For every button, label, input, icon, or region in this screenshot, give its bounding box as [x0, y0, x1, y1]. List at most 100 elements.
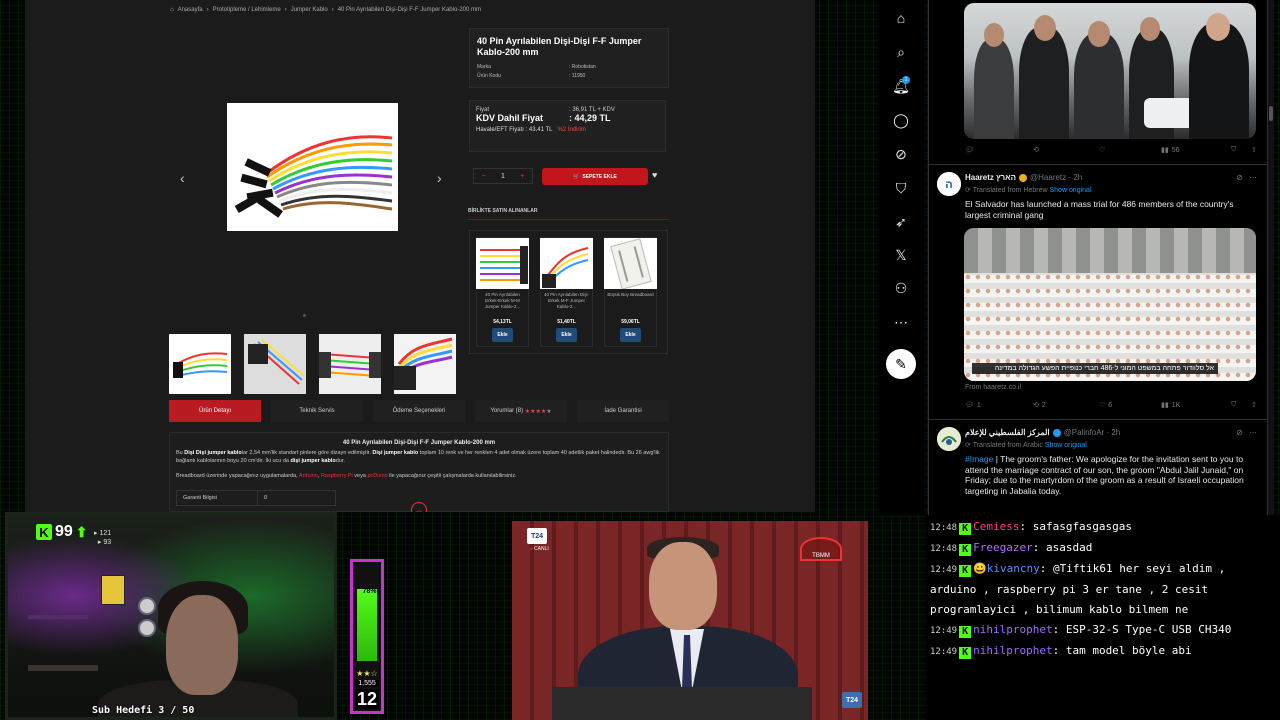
show-original-link[interactable]: Show original: [1049, 187, 1091, 194]
views-icon[interactable]: ▮▮ 56: [1161, 146, 1231, 155]
tab-product-detail[interactable]: Ürün Detayı: [169, 400, 261, 422]
more-icon[interactable]: ⋯: [1249, 173, 1257, 182]
breadcrumb-home[interactable]: Anasayfa: [178, 7, 203, 13]
retweet-icon[interactable]: ⟲: [1033, 146, 1099, 154]
reply-icon[interactable]: 💬︎ 1: [965, 401, 1033, 410]
streamer-face: [166, 595, 238, 695]
tweet-photo[interactable]: [964, 3, 1256, 139]
product-info-card: 40 Pin Ayrılabilen Dişi-Dişi F-F Jumper …: [469, 28, 669, 88]
related-product-name[interactable]: 40 Pin Ayrılabilen Dişi-Erkek M-F Jumper…: [543, 292, 591, 318]
chat-username[interactable]: kivancny: [987, 562, 1040, 575]
home-icon[interactable]: ⌂: [892, 9, 910, 27]
x-logo-icon[interactable]: 𝕏: [892, 246, 910, 264]
related-add-button[interactable]: Ekle: [620, 328, 641, 342]
tweet-author[interactable]: المركز الفلسطيني للإعلام @PalinfoAr · 2h: [965, 428, 1120, 437]
verified-badge-icon: [1052, 428, 1061, 437]
bookmark-icon[interactable]: ⛉: [1231, 401, 1251, 409]
related-add-button[interactable]: Ekle: [492, 328, 513, 342]
compose-post-button[interactable]: ✎: [886, 349, 916, 379]
author-name[interactable]: المركز الفلسطيني للإعلام: [965, 428, 1050, 437]
goal-meter-percent: 78%: [362, 588, 377, 595]
home-icon[interactable]: ⌂: [170, 7, 174, 13]
related-product-name[interactable]: 40 Pin Ayrılabilen Erkek-Erkek M-M Jumpe…: [479, 292, 527, 318]
share-icon[interactable]: ⇧: [1251, 146, 1257, 154]
add-to-cart-button[interactable]: 🛒 SEPETE EKLE: [542, 168, 648, 185]
stars-icon: ★★☆: [356, 669, 378, 678]
quantity-value[interactable]: 1: [501, 173, 505, 180]
thumbnail-3[interactable]: [319, 334, 381, 394]
breadcrumb-current: 40 Pin Ayrılabilen Dişi-Dişi F-F Jumper …: [337, 7, 481, 13]
brand-value[interactable]: : Robotistan: [569, 64, 596, 70]
link-pcduino[interactable]: pcDuino: [367, 473, 387, 479]
product-tabs: Ürün Detayı Teknik Servis Ödeme Seçenekl…: [169, 400, 669, 422]
link-raspberry[interactable]: Raspberry Pi: [321, 473, 353, 479]
views-icon[interactable]: ▮▮ 1K: [1161, 401, 1231, 410]
like-icon[interactable]: ♡: [1099, 146, 1161, 154]
avatar[interactable]: ה: [937, 172, 961, 196]
tab-return-guarantee[interactable]: İade Garantisi: [577, 400, 669, 422]
tab-technical-service[interactable]: Teknik Servis: [271, 400, 363, 422]
author-handle[interactable]: @PalinfoAr · 2h: [1064, 428, 1121, 437]
share-icon[interactable]: ⇧: [1251, 401, 1257, 409]
messages-icon[interactable]: ◯: [892, 111, 910, 129]
tab-reviews[interactable]: Yorumlar (8) ★★★★ ★: [475, 400, 567, 422]
x-feed: 💬︎ ⟲ ♡ ▮▮ 56 ⛉ ⇧ ה Haaretz הארץ @Haaretz…: [928, 0, 1268, 515]
gallery-dot[interactable]: [303, 314, 306, 317]
kick-badge-icon: K: [959, 565, 972, 577]
more-icon[interactable]: ⋯: [892, 313, 910, 331]
scroll-to-top-icon[interactable]: ︽: [411, 502, 427, 512]
like-icon[interactable]: ♡ 6: [1099, 401, 1161, 410]
related-product[interactable]: 40 Pin Ayrılabilen Erkek-Erkek M-M Jumpe…: [476, 237, 529, 347]
related-product-image[interactable]: [540, 238, 593, 290]
rocket-icon[interactable]: ➶: [892, 213, 910, 231]
profile-icon[interactable]: ⚇: [892, 279, 910, 297]
related-add-button[interactable]: Ekle: [556, 328, 577, 342]
avatar[interactable]: [937, 427, 961, 451]
related-product-name[interactable]: Büyük Boy Breadboard: [607, 292, 655, 318]
bookmark-icon[interactable]: ⛉: [892, 179, 910, 197]
vat-price-label: KDV Dahil Fiyat: [476, 113, 544, 123]
follower-counter: K 99 ⬆: [36, 523, 88, 541]
search-icon[interactable]: ⌕: [892, 43, 910, 61]
grok-icon[interactable]: ⊘: [1236, 173, 1243, 182]
tweet-author[interactable]: Haaretz הארץ @Haaretz · 2h: [965, 173, 1082, 182]
more-icon[interactable]: ⋯: [1249, 428, 1257, 437]
feed-scrollbar[interactable]: [1268, 0, 1274, 515]
chat-username[interactable]: nihilprophet: [973, 623, 1052, 636]
related-product[interactable]: 40 Pin Ayrılabilen Dişi-Erkek M-F Jumper…: [540, 237, 593, 347]
code-value: : 11950: [569, 73, 586, 79]
chat-username[interactable]: nihilprophet: [973, 644, 1052, 657]
live-label: CANLI: [530, 546, 549, 552]
author-name[interactable]: Haaretz הארץ: [965, 173, 1016, 182]
source-link[interactable]: From haaretz.co.il: [965, 384, 1021, 391]
tab-payment-options[interactable]: Ödeme Seçenekleri: [373, 400, 465, 422]
grok-icon[interactable]: ⊘: [1236, 428, 1243, 437]
breadcrumb-category[interactable]: Prototipleme / Lehimleme: [213, 7, 281, 13]
bookmark-icon[interactable]: ⛉: [1231, 146, 1251, 154]
gallery-prev-icon[interactable]: ‹: [180, 170, 185, 186]
author-handle[interactable]: @Haaretz · 2h: [1030, 173, 1082, 182]
kick-badge-icon: K: [959, 647, 972, 659]
retweet-icon[interactable]: ⟲ 2: [1033, 401, 1099, 410]
decrease-button[interactable]: −: [482, 173, 486, 180]
grok-icon[interactable]: ⊘: [892, 145, 910, 163]
increase-button[interactable]: +: [520, 173, 524, 180]
chat-username[interactable]: Cemiess: [973, 520, 1019, 533]
tweet-photo[interactable]: אל סלוודור פתחה במשפט המוני ל-486 חברי כ…: [964, 228, 1256, 381]
thumbnail-4[interactable]: [394, 334, 456, 394]
favorite-heart-icon[interactable]: ♥: [652, 170, 657, 180]
chat-username[interactable]: Freegazer: [973, 541, 1033, 554]
related-product-image[interactable]: [604, 238, 657, 290]
related-product[interactable]: Büyük Boy Breadboard 59,06TL Ekle: [604, 237, 657, 347]
reply-icon[interactable]: 💬︎: [965, 146, 1033, 154]
related-product-image[interactable]: [476, 238, 529, 290]
hashtag-link[interactable]: #Image: [965, 454, 993, 464]
product-main-image[interactable]: [227, 103, 398, 231]
breadcrumb-subcategory[interactable]: Jumper Kablo: [291, 7, 328, 13]
thumbnail-1[interactable]: [169, 334, 231, 394]
show-original-link[interactable]: Show original: [1045, 442, 1087, 449]
rating-stars-icon: ★★★★: [524, 408, 547, 415]
link-arduino[interactable]: Arduino: [299, 473, 318, 479]
thumbnail-2[interactable]: [244, 334, 306, 394]
gallery-next-icon[interactable]: ›: [437, 170, 442, 186]
